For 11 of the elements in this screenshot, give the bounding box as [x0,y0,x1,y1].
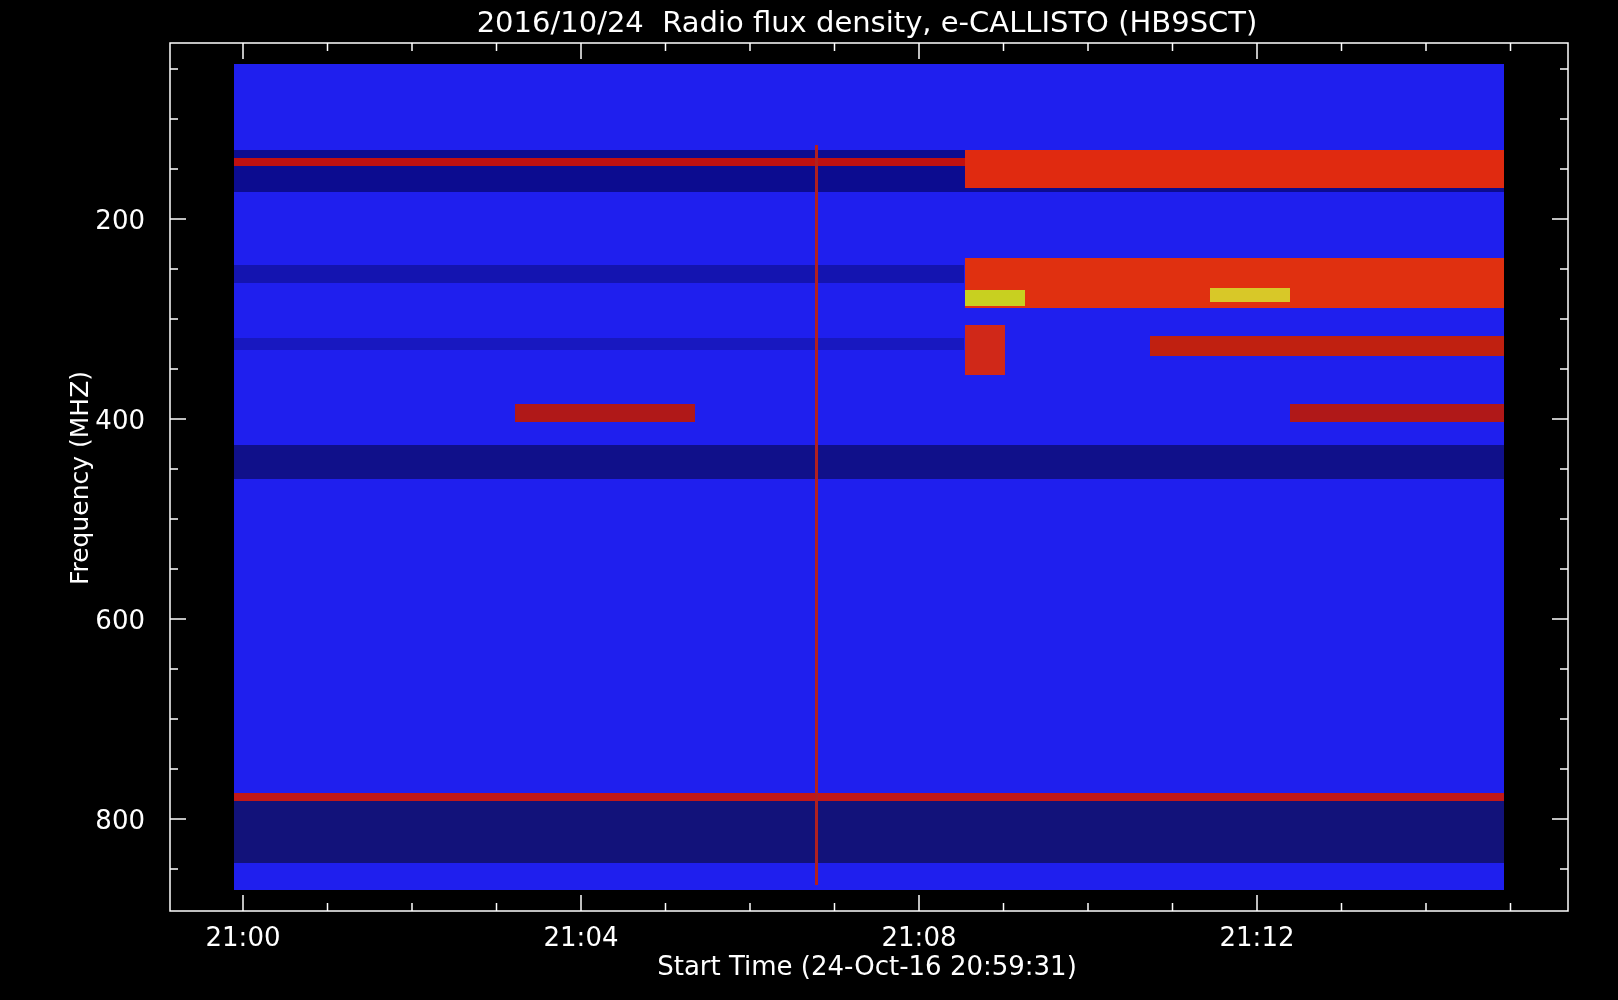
chart-title: 2016/10/24 Radio flux density, e-CALLISTO (HB9SCT) [476,5,1258,39]
x-tick-label: 21:12 [1219,922,1295,952]
x-tick-label: 21:00 [205,922,281,952]
y-tick-label: 600 [95,605,145,635]
y-axis-label: Frequency (MHZ) [65,370,94,586]
x-axis-label: Start Time (24-Oct-16 20:59:31) [657,951,1077,981]
x-tick-label: 21:04 [543,922,619,952]
x-tick-label: 21:08 [881,922,957,952]
y-tick-label: 400 [95,405,145,435]
y-tick-label: 200 [95,205,145,235]
y-tick-label: 800 [95,805,145,835]
